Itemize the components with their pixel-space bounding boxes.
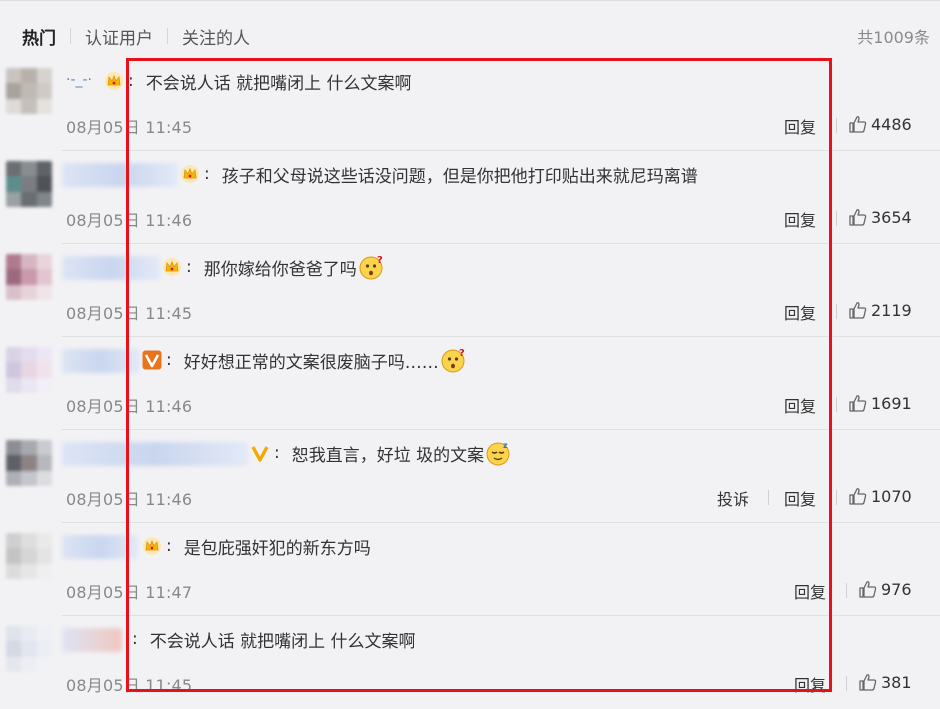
comment-content: : 恕我直言，好垃 圾的文案 z [274, 438, 512, 468]
username-link[interactable]: ·-_-· [66, 72, 92, 88]
action-divider [836, 304, 837, 319]
action-divider [846, 583, 847, 598]
blurred-username[interactable] [62, 535, 138, 559]
comment-timestamp: 08月05日 11:47 [66, 583, 193, 602]
like-count: 4486 [871, 114, 912, 134]
crown-badge-icon [143, 537, 161, 555]
reply-button[interactable]: 回复 [794, 579, 826, 603]
avatar[interactable] [6, 254, 52, 300]
like-button[interactable]: 976 [858, 579, 912, 599]
like-count: 976 [881, 579, 912, 599]
comment-text: 孩子和父母说这些话没问题，但是你把他打印贴出来就尼玛离谱 [221, 166, 698, 187]
comment-filter-tabs: 热门 认证用户 关注的人 [22, 24, 250, 49]
comment-text: 好好想正常的文案很废脑子吗…… [183, 352, 439, 373]
action-divider [836, 211, 837, 226]
action-divider [846, 676, 847, 691]
avatar[interactable] [6, 533, 52, 579]
avatar[interactable] [6, 347, 52, 393]
crown-badge-icon [163, 258, 181, 276]
blurred-username[interactable] [62, 628, 122, 652]
thumbs-up-icon [849, 209, 867, 226]
reply-button[interactable]: 回复 [784, 207, 816, 231]
thumbs-up-icon [849, 488, 867, 505]
like-count: 1070 [871, 486, 912, 506]
comment-content: : 那你嫁给你爸爸了吗 ? [186, 252, 385, 282]
tab-hot[interactable]: 热门 [22, 24, 56, 49]
comment-timestamp: 08月05日 11:46 [66, 397, 193, 416]
comment-row: : 好好想正常的文案很废脑子吗…… ? 08月05日 11:46 回复 1691 [0, 337, 940, 430]
thumbs-up-icon [859, 581, 877, 598]
tab-divider [70, 28, 71, 44]
blurred-username[interactable] [62, 163, 178, 187]
comment-text: 恕我直言，好垃 圾的文案 [291, 445, 485, 466]
action-divider [836, 118, 837, 133]
like-button[interactable]: 381 [858, 672, 912, 692]
comment-content: : 好好想正常的文案很废脑子吗…… ? [166, 345, 467, 375]
thumbs-up-icon [859, 674, 877, 691]
blurred-username[interactable] [62, 256, 160, 280]
svg-text:?: ? [377, 255, 383, 266]
tab-verified-users[interactable]: 认证用户 [85, 24, 153, 49]
comment-text: 不会说人话 就把嘴闭上 什么文案啊 [145, 73, 412, 94]
comment-content: : 是包庇强奸犯的新东方吗 [166, 531, 371, 561]
reply-button[interactable]: 回复 [794, 672, 826, 696]
like-count: 2119 [871, 300, 912, 320]
like-button[interactable]: 3654 [848, 207, 912, 227]
comment-content: : 孩子和父母说这些话没问题，但是你把他打印贴出来就尼玛离谱 [204, 159, 698, 189]
like-button[interactable]: 1070 [848, 486, 912, 506]
comment-timestamp: 08月05日 11:45 [66, 304, 193, 323]
tab-divider [167, 28, 168, 44]
comment-text: 是包庇强奸犯的新东方吗 [183, 538, 371, 559]
comment-row: : 恕我直言，好垃 圾的文案 z 08月05日 11:46 投诉 回复 1070 [0, 430, 940, 523]
blurred-username[interactable] [62, 349, 140, 373]
like-count: 381 [881, 672, 912, 692]
tab-following[interactable]: 关注的人 [182, 24, 250, 49]
confused-emoji-icon: ? [441, 348, 465, 373]
confused-emoji-icon: ? [359, 255, 383, 280]
thumbs-up-icon [849, 302, 867, 319]
comment-row: ·-_-· : 不会说人话 就把嘴闭上 什么文案啊 08月05日 11:45 回… [0, 58, 940, 151]
comment-row: : 不会说人话 就把嘴闭上 什么文案啊 08月05日 11:45 回复 381 [0, 616, 940, 709]
action-divider [836, 397, 837, 412]
avatar[interactable] [6, 161, 52, 207]
svg-text:?: ? [459, 348, 465, 359]
like-button[interactable]: 4486 [848, 114, 912, 134]
top-divider [0, 0, 940, 1]
thumbs-up-icon [849, 395, 867, 412]
comment-content: : 不会说人话 就把嘴闭上 什么文案啊 [128, 66, 412, 96]
vip-v-badge-icon [142, 350, 162, 370]
reply-button[interactable]: 回复 [784, 486, 816, 510]
like-button[interactable]: 2119 [848, 300, 912, 320]
comment-timestamp: 08月05日 11:45 [66, 118, 193, 137]
like-button[interactable]: 1691 [848, 393, 912, 413]
comment-timestamp: 08月05日 11:46 [66, 211, 193, 230]
avatar[interactable] [6, 68, 52, 114]
report-button[interactable]: 投诉 [717, 486, 749, 510]
reply-button[interactable]: 回复 [784, 393, 816, 417]
avatar[interactable] [6, 626, 52, 672]
total-comment-count: 共1009条 [857, 28, 930, 47]
like-count: 1691 [871, 393, 912, 413]
comment-row: : 是包庇强奸犯的新东方吗 08月05日 11:47 回复 976 [0, 523, 940, 616]
comment-text: 那你嫁给你爸爸了吗 [203, 259, 357, 280]
comment-content: : 不会说人话 就把嘴闭上 什么文案啊 [132, 624, 416, 654]
comment-row: : 孩子和父母说这些话没问题，但是你把他打印贴出来就尼玛离谱 08月05日 11… [0, 151, 940, 244]
reply-button[interactable]: 回复 [784, 300, 816, 324]
verified-v-badge-icon [251, 446, 269, 462]
avatar[interactable] [6, 440, 52, 486]
svg-text:z: z [503, 441, 508, 450]
thumbs-up-icon [849, 116, 867, 133]
sleepy-emoji-icon: z [486, 441, 510, 466]
crown-badge-icon [181, 165, 199, 183]
comment-text: 不会说人话 就把嘴闭上 什么文案啊 [149, 631, 416, 652]
action-divider [768, 490, 769, 505]
action-divider [836, 490, 837, 505]
crown-badge-icon [105, 72, 123, 90]
like-count: 3654 [871, 207, 912, 227]
comment-timestamp: 08月05日 11:45 [66, 676, 193, 695]
reply-button[interactable]: 回复 [784, 114, 816, 138]
comment-timestamp: 08月05日 11:46 [66, 490, 193, 509]
comment-row: : 那你嫁给你爸爸了吗 ? 08月05日 11:45 回复 2119 [0, 244, 940, 337]
blurred-username[interactable] [62, 442, 248, 466]
